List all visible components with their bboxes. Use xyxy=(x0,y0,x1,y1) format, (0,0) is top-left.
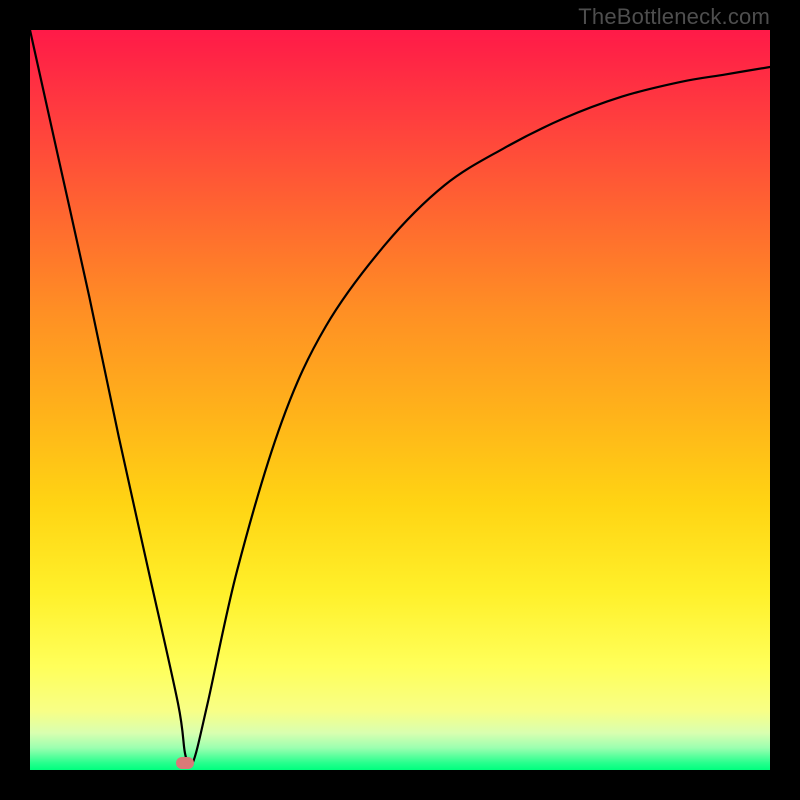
optimal-point-marker xyxy=(176,757,194,769)
bottleneck-curve xyxy=(30,30,770,770)
chart-canvas: TheBottleneck.com xyxy=(0,0,800,800)
watermark-label: TheBottleneck.com xyxy=(578,4,770,30)
plot-area xyxy=(30,30,770,770)
